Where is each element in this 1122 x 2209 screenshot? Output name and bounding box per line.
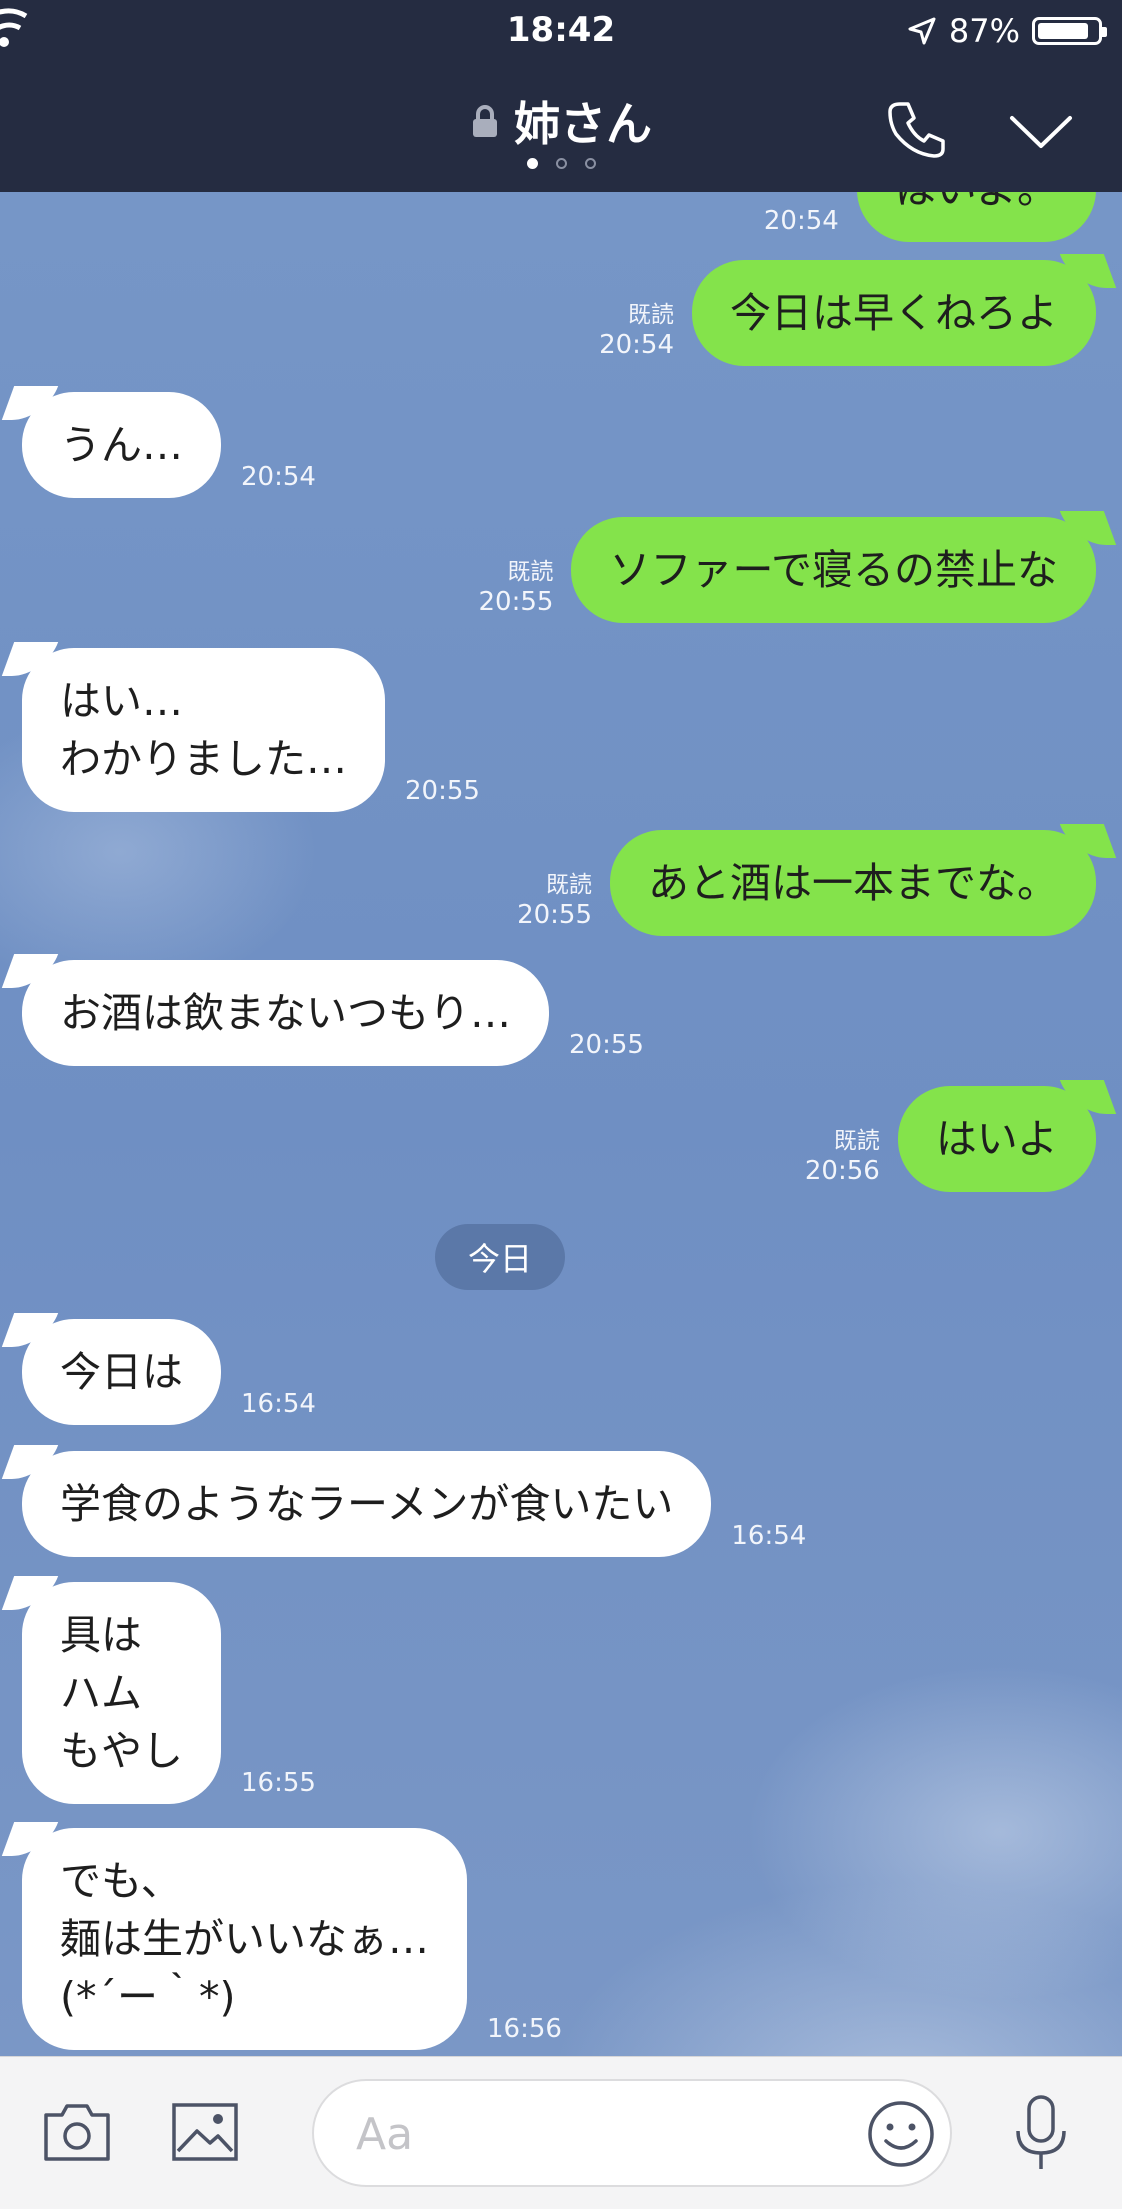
message-bubble-in[interactable]: 学食のようなラーメンが食いたい xyxy=(22,1451,712,1557)
message-row-in: でも、 麺は生がいいなぁ… (*´ー｀*) 16:56 xyxy=(22,1828,562,2050)
message-time: 20:55 xyxy=(517,900,592,930)
date-separator: 今日 xyxy=(435,1224,565,1290)
status-right: 87% xyxy=(907,12,1107,50)
page-dot-3 xyxy=(584,158,596,169)
message-row-in: うん… 20:54 xyxy=(22,392,316,498)
image-icon[interactable] xyxy=(170,2101,240,2163)
message-bubble-out[interactable]: あと酒は一本までな。 xyxy=(610,830,1096,936)
message-time: 20:55 xyxy=(405,776,480,806)
message-time: 16:55 xyxy=(241,1768,316,1798)
message-time: 16:54 xyxy=(241,1389,316,1419)
message-text: はい… わかりました… xyxy=(60,677,347,783)
message-bubble-out[interactable]: 今日は早くねろよ xyxy=(692,260,1096,366)
page-dot-1 xyxy=(526,158,538,169)
chat-title[interactable]: 姉さん xyxy=(514,88,652,154)
message-bubble-in[interactable]: うん… xyxy=(22,392,221,498)
message-bubble-out[interactable]: はいよ xyxy=(897,1086,1096,1192)
message-time: 20:54 xyxy=(763,206,839,236)
message-row-out: 20:54 はいよ。 xyxy=(764,192,1096,242)
battery-percent: 87% xyxy=(948,12,1020,50)
message-row-in: 具は ハム もやし 16:55 xyxy=(22,1582,316,1804)
read-receipt: 既読 xyxy=(833,1128,880,1154)
message-row-in: 学食のようなラーメンが食いたい 16:54 xyxy=(22,1451,806,1557)
message-bubble-in[interactable]: 具は ハム もやし xyxy=(22,1582,221,1804)
message-time: 20:55 xyxy=(569,1030,644,1060)
status-bar: 18:42 87% xyxy=(0,0,1122,62)
lock-icon xyxy=(473,105,497,137)
message-text: あと酒は一本までな。 xyxy=(648,859,1058,907)
message-time: 16:54 xyxy=(731,1521,807,1551)
battery-icon xyxy=(1032,17,1107,45)
message-bubble-in[interactable]: お酒は飲まないつもり… xyxy=(22,960,549,1066)
message-row-out: 既読 20:55 ソファーで寝るの禁止な xyxy=(479,517,1096,623)
message-meta: 既読 20:54 xyxy=(599,300,674,360)
message-time: 20:56 xyxy=(804,1156,880,1186)
message-text: はいよ xyxy=(935,1115,1058,1163)
message-meta: 20:54 xyxy=(764,206,839,236)
microphone-icon[interactable] xyxy=(1010,2093,1072,2173)
location-arrow-icon xyxy=(908,17,936,45)
page-dot-2 xyxy=(555,158,567,169)
title-wrap: 姉さん xyxy=(0,88,1122,154)
message-meta: 既読 20:55 xyxy=(479,557,554,617)
message-input[interactable] xyxy=(354,2099,818,2169)
input-bar xyxy=(0,2056,1122,2209)
message-text: うん… xyxy=(60,421,183,469)
message-time: 20:55 xyxy=(478,587,554,617)
battery-nub xyxy=(1102,27,1107,37)
message-text: でも、 麺は生がいいなぁ… (*´ー｀*) xyxy=(60,1857,429,2021)
emoji-icon[interactable] xyxy=(866,2099,936,2169)
message-time: 20:54 xyxy=(241,462,316,492)
read-receipt: 既読 xyxy=(507,559,554,585)
message-time: 16:56 xyxy=(487,2014,562,2044)
message-row-out: 既読 20:54 今日は早くねろよ xyxy=(599,260,1096,366)
message-text: 今日は早くねろよ xyxy=(730,289,1058,337)
battery-level xyxy=(1038,23,1088,39)
read-receipt: 既読 xyxy=(546,872,592,898)
read-receipt: 既読 xyxy=(628,302,674,328)
phone-icon[interactable] xyxy=(886,98,948,160)
message-meta: 既読 20:56 xyxy=(805,1126,880,1186)
message-bubble-in[interactable]: 今日は xyxy=(22,1319,221,1425)
message-text: ソファーで寝るの禁止な xyxy=(609,546,1058,594)
message-row-in: お酒は飲まないつもり… 20:55 xyxy=(22,960,644,1066)
message-text: 今日は xyxy=(60,1348,183,1396)
message-meta: 既読 20:55 xyxy=(517,870,592,930)
message-time: 20:54 xyxy=(599,330,674,360)
message-row-out: 既読 20:56 はいよ xyxy=(805,1086,1096,1192)
message-row-in: はい… わかりました… 20:55 xyxy=(22,648,480,812)
chat-area[interactable]: 20:54 はいよ。 既読 20:54 今日は早くねろよ うん… 20:54 既… xyxy=(0,192,1122,2056)
chat-header: 姉さん xyxy=(0,62,1122,192)
message-bubble-in[interactable]: はい… わかりました… xyxy=(22,648,385,812)
message-row-in: 今日は 16:54 xyxy=(22,1319,316,1425)
message-text: 具は ハム もやし xyxy=(60,1611,183,1775)
message-row-out: 既読 20:55 あと酒は一本までな。 xyxy=(517,830,1096,936)
message-bubble-in[interactable]: でも、 麺は生がいいなぁ… (*´ー｀*) xyxy=(22,1828,467,2050)
message-input-field[interactable] xyxy=(312,2079,952,2187)
page-indicator xyxy=(0,158,1122,169)
message-text: お酒は飲まないつもり… xyxy=(60,989,511,1037)
camera-icon[interactable] xyxy=(42,2101,112,2163)
chevron-down-icon[interactable] xyxy=(1008,112,1074,152)
message-text: はいよ。 xyxy=(895,192,1058,213)
message-text: 学食のようなラーメンが食いたい xyxy=(60,1480,674,1528)
message-bubble-out[interactable]: ソファーで寝るの禁止な xyxy=(571,517,1096,623)
message-bubble-out[interactable]: はいよ。 xyxy=(856,192,1096,242)
